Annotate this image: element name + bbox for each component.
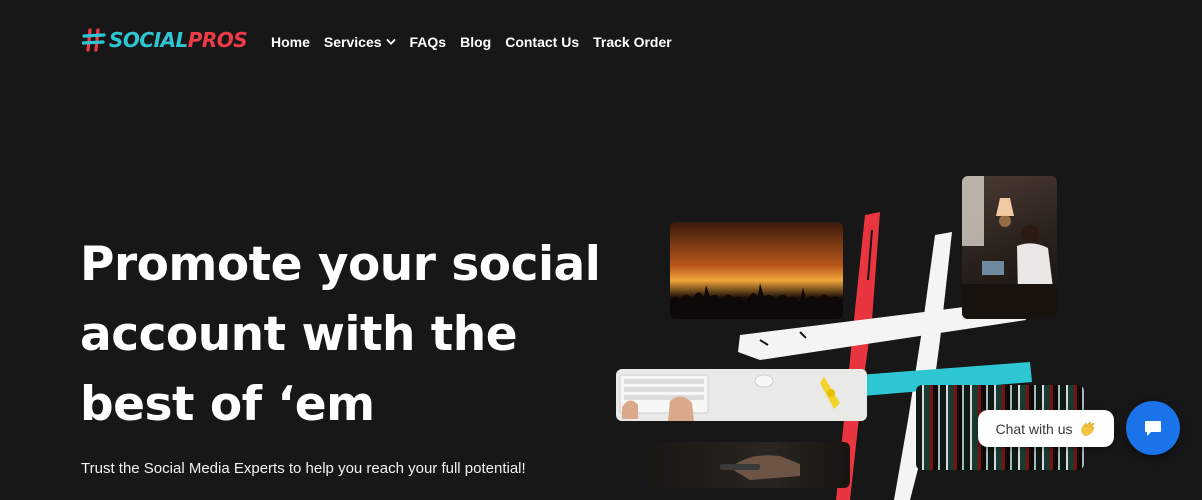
brand-logo[interactable]: SOCIALPROS bbox=[82, 28, 248, 52]
site-header: SOCIALPROS Home Services FAQs Blog Conta… bbox=[0, 0, 1202, 88]
chat-bubble-icon bbox=[1145, 421, 1161, 436]
keyboard-scene-graphic bbox=[619, 374, 840, 421]
desk-scene-graphic bbox=[962, 176, 1057, 319]
nav-home[interactable]: Home bbox=[271, 34, 310, 50]
nav-services-label: Services bbox=[323, 34, 382, 50]
chat-label: Chat with us bbox=[995, 420, 1073, 437]
chat-launcher-button[interactable] bbox=[1126, 401, 1180, 455]
hashtag-logo-icon bbox=[82, 28, 106, 52]
hero-subtitle: Trust the Social Media Experts to help y… bbox=[81, 460, 526, 477]
brand-name-part2: PROS bbox=[187, 28, 248, 52]
chat-with-us-pill[interactable]: Chat with us bbox=[978, 410, 1114, 447]
nav-faqs[interactable]: FAQs bbox=[410, 34, 447, 50]
hero-title-line2: account with the bbox=[80, 307, 518, 362]
nav-blog[interactable]: Blog bbox=[460, 34, 491, 50]
nav-track-order[interactable]: Track Order bbox=[593, 34, 672, 50]
waving-hand-icon bbox=[1080, 421, 1094, 436]
brand-name-part1: SOCIAL bbox=[109, 28, 188, 52]
brand-name: SOCIALPROS bbox=[109, 28, 248, 52]
crowd-silhouette-graphic bbox=[670, 283, 843, 319]
nav-services[interactable]: Services bbox=[324, 34, 396, 50]
hero-title-line3: best of ‘em bbox=[80, 377, 375, 432]
hero-title: Promote your social account with the bes… bbox=[80, 230, 620, 440]
hands-phone-photo bbox=[650, 442, 850, 488]
chevron-down-icon bbox=[386, 39, 395, 45]
desk-worker-photo bbox=[962, 176, 1057, 319]
hero-title-line1: Promote your social bbox=[80, 237, 601, 292]
main-nav: Home Services FAQs Blog Contact Us Track… bbox=[271, 34, 672, 50]
concert-photo bbox=[670, 222, 843, 319]
nav-contact-us[interactable]: Contact Us bbox=[505, 34, 579, 50]
hands-scene-graphic bbox=[720, 455, 800, 480]
hero-collage bbox=[610, 170, 1084, 500]
keyboard-photo bbox=[616, 369, 867, 421]
